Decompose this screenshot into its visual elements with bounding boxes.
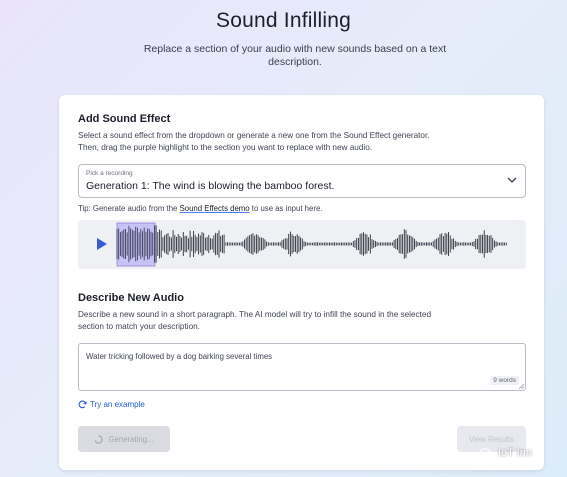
resize-grip-icon[interactable] [518,383,524,389]
page-title: Sound Infilling [216,9,351,32]
select-value: Generation 1: The wind is blowing the ba… [86,180,335,192]
generating-label: Generating... [108,434,154,444]
wechat-icon [480,447,494,459]
waveform[interactable] [115,222,513,267]
tip-text: Tip: Generate audio from the Sound Effec… [78,204,322,213]
refresh-icon [78,400,87,409]
describe-new-audio-description: Describe a new sound in a short paragrap… [78,310,432,331]
describe-new-audio-heading: Describe New Audio [78,292,184,304]
watermark: IoT Inn [480,447,532,459]
audio-description-input[interactable]: Water tricking followed by a dog barking… [78,343,526,391]
generating-button[interactable]: Generating... [78,426,170,452]
select-caption: Pick a recording [86,170,133,177]
word-count-badge: 9 words [490,376,519,385]
add-sound-effect-heading: Add Sound Effect [78,113,171,125]
spinner-icon [94,434,104,444]
infill-card: Add Sound Effect Select a sound effect f… [59,95,544,470]
watermark-text: IoT Inn [498,447,533,459]
play-icon[interactable] [97,238,107,250]
waveform-panel [78,220,526,269]
audio-description-value: Water tricking followed by a dog barking… [86,352,273,361]
waveform-bars [116,225,507,263]
try-example-link[interactable]: Try an example [78,400,145,409]
add-sound-effect-description: Select a sound effect from the dropdown … [78,131,430,152]
page-subtitle: Replace a section of your audio with new… [143,43,447,68]
chevron-down-icon [507,177,517,183]
try-example-label: Try an example [90,400,145,409]
recording-select[interactable]: Pick a recording Generation 1: The wind … [78,164,526,198]
sound-effects-demo-link[interactable]: Sound Effects demo [180,204,250,213]
tip-suffix: to use as input here. [249,204,323,213]
tip-prefix: Tip: Generate audio from the [78,204,180,213]
